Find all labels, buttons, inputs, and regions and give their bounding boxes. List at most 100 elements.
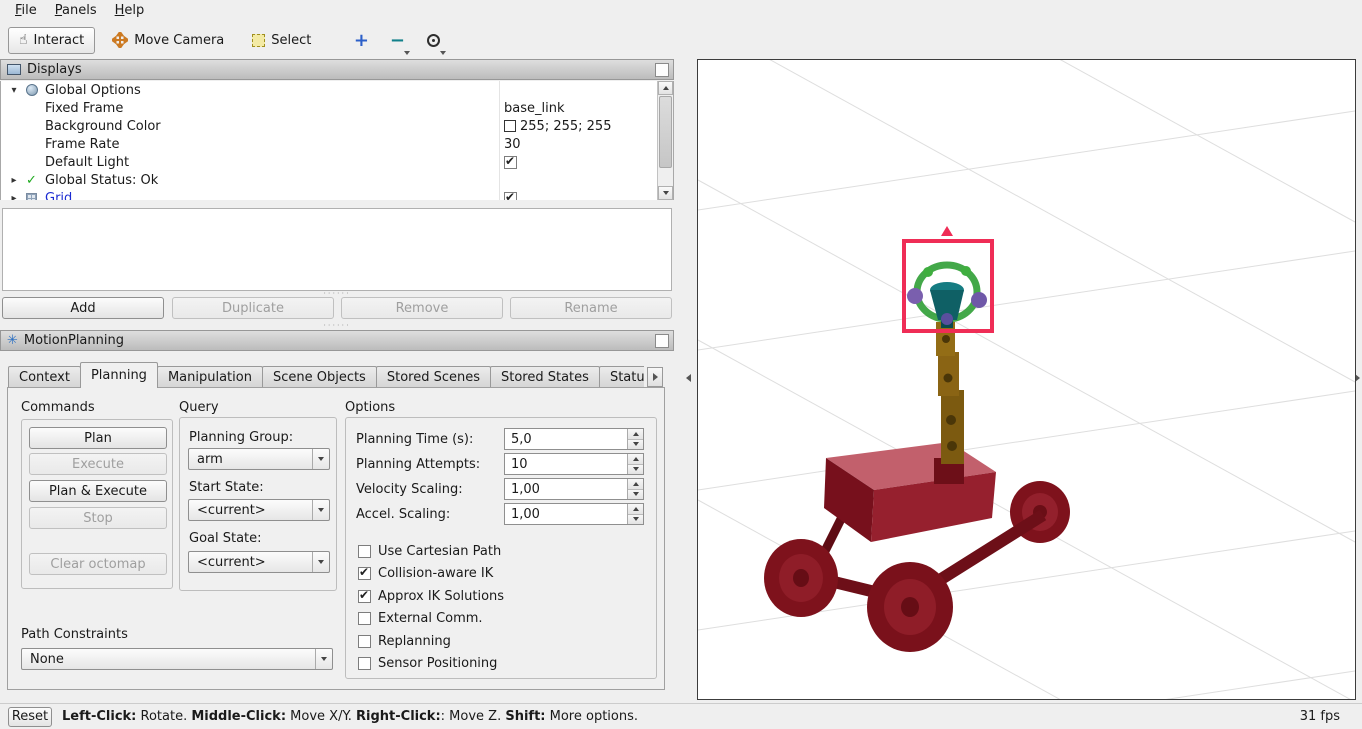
property-value[interactable]: 30 xyxy=(504,137,521,152)
tree-row-global-status[interactable]: ▸ ✓ Global Status: Ok xyxy=(1,171,673,189)
panel-float-button[interactable] xyxy=(655,334,669,348)
menu-help[interactable]: Help xyxy=(106,2,154,19)
reset-button[interactable]: Reset xyxy=(8,706,52,727)
splitter-grip[interactable]: ······ xyxy=(318,290,356,298)
tab-planning[interactable]: Planning xyxy=(79,362,158,388)
execute-button[interactable]: Execute xyxy=(29,453,167,475)
scroll-up-button[interactable] xyxy=(658,81,673,95)
render-viewport[interactable] xyxy=(697,59,1356,700)
checkbox-icon[interactable] xyxy=(358,588,371,603)
checkbox-icon[interactable] xyxy=(504,154,517,169)
plan-button[interactable]: Plan xyxy=(29,427,167,449)
menu-panels[interactable]: Panels xyxy=(46,2,106,19)
planning-attempts-spinbox[interactable]: 10 xyxy=(504,453,644,475)
remove-display-button[interactable]: Remove xyxy=(341,297,503,319)
checkbox-icon[interactable] xyxy=(358,545,371,558)
velocity-scaling-spinbox[interactable]: 1,00 xyxy=(504,478,644,500)
tabs-clip: Context Planning Manipulation Scene Obje… xyxy=(8,362,644,388)
sensor-positioning-checkbox[interactable]: Sensor Positioning xyxy=(358,656,497,671)
use-cartesian-path-checkbox[interactable]: Use Cartesian Path xyxy=(358,544,501,559)
tree-row-background-color[interactable]: Background Color 255; 255; 255 xyxy=(1,117,673,135)
start-state-label: Start State: xyxy=(189,480,264,495)
options-groupbox: Planning Time (s): 5,0 Planning Attempts… xyxy=(345,417,657,679)
focus-camera-tool-button[interactable] xyxy=(422,27,447,55)
checkbox-label: Replanning xyxy=(378,634,451,649)
clear-octomap-button[interactable]: Clear octomap xyxy=(29,553,167,575)
panel-float-button[interactable] xyxy=(655,63,669,77)
checkbox-icon[interactable] xyxy=(358,635,371,648)
replanning-checkbox[interactable]: Replanning xyxy=(358,634,451,649)
tree-row-global-options[interactable]: ▾ Global Options xyxy=(1,81,673,99)
checkbox-icon[interactable] xyxy=(358,612,371,625)
tree-row-fixed-frame[interactable]: Fixed Frame base_link xyxy=(1,99,673,117)
marker-handle[interactable] xyxy=(971,292,987,308)
add-display-button[interactable]: Add xyxy=(2,297,164,319)
accel-scaling-spinbox[interactable]: 1,00 xyxy=(504,503,644,525)
property-value[interactable]: base_link xyxy=(504,101,564,116)
scrollbar-thumb[interactable] xyxy=(659,96,672,168)
spin-down-button[interactable] xyxy=(628,489,643,499)
grid-display-icon xyxy=(26,192,37,200)
tree-row-grid[interactable]: ▸ Grid xyxy=(1,189,673,200)
menu-file[interactable]: File xyxy=(6,2,46,19)
expander-open-icon[interactable]: ▾ xyxy=(8,85,20,96)
planning-time-spinbox[interactable]: 5,0 xyxy=(504,428,644,450)
planning-group-combo[interactable]: arm xyxy=(188,448,330,470)
rename-display-button[interactable]: Rename xyxy=(510,297,672,319)
expander-closed-icon[interactable]: ▸ xyxy=(8,193,20,201)
plan-execute-button[interactable]: Plan & Execute xyxy=(29,480,167,502)
move-camera-tool-button[interactable]: Move Camera xyxy=(101,27,235,54)
expander-closed-icon[interactable]: ▸ xyxy=(8,175,20,186)
collision-aware-ik-checkbox[interactable]: Collision-aware IK xyxy=(358,565,494,581)
plus-icon: + xyxy=(353,29,369,51)
approx-ik-solutions-checkbox[interactable]: Approx IK Solutions xyxy=(358,588,504,604)
interact-tool-button[interactable]: ☝ Interact xyxy=(8,26,96,54)
spin-up-button[interactable] xyxy=(628,454,643,465)
tree-scrollbar[interactable] xyxy=(657,81,673,200)
checkbox-icon[interactable] xyxy=(504,190,517,200)
checkbox-label: Collision-aware IK xyxy=(378,566,494,581)
marker-handle[interactable] xyxy=(907,288,923,304)
spin-up-button[interactable] xyxy=(628,504,643,515)
scroll-down-button[interactable] xyxy=(658,186,673,200)
tab-scroll-right-button[interactable] xyxy=(647,367,663,387)
tree-row-default-light[interactable]: Default Light xyxy=(1,153,673,171)
splitter-grip[interactable]: ······ xyxy=(318,322,356,330)
external-comm-checkbox[interactable]: External Comm. xyxy=(358,611,483,626)
duplicate-display-button[interactable]: Duplicate xyxy=(172,297,334,319)
spin-down-button[interactable] xyxy=(628,439,643,449)
displays-tree: ▾ Global Options Fixed Frame base_link B… xyxy=(0,81,674,200)
property-value[interactable]: 255; 255; 255 xyxy=(504,119,611,134)
minus-icon: − xyxy=(389,29,405,51)
stop-button[interactable]: Stop xyxy=(29,507,167,529)
tab-context[interactable]: Context xyxy=(8,366,81,388)
spin-up-button[interactable] xyxy=(628,479,643,490)
tab-stored-scenes[interactable]: Stored Scenes xyxy=(375,366,491,388)
spin-down-button[interactable] xyxy=(628,464,643,474)
planning-time-label: Planning Time (s): xyxy=(356,432,474,447)
interactive-marker[interactable] xyxy=(902,226,994,333)
checkbox-icon[interactable] xyxy=(358,657,371,670)
goal-state-combo[interactable]: <current> xyxy=(188,551,330,573)
start-state-combo[interactable]: <current> xyxy=(188,499,330,521)
menu-bar: File Panels Help xyxy=(0,0,1362,21)
motionplanning-panel-header[interactable]: ✳ MotionPlanning xyxy=(0,330,674,351)
tab-status[interactable]: Status xyxy=(598,366,644,388)
tab-stored-states[interactable]: Stored States xyxy=(490,366,600,388)
displays-panel-header[interactable]: Displays xyxy=(0,59,674,80)
select-tool-button[interactable]: Select xyxy=(241,27,322,54)
spin-up-button[interactable] xyxy=(628,429,643,440)
color-swatch[interactable] xyxy=(504,120,516,132)
commands-groupbox: Plan Execute Plan & Execute Stop Clear o… xyxy=(21,419,173,589)
tab-scene-objects[interactable]: Scene Objects xyxy=(261,366,377,388)
checkbox-icon[interactable] xyxy=(358,565,371,580)
add-tool-button[interactable]: + xyxy=(350,27,372,53)
tree-row-frame-rate[interactable]: Frame Rate 30 xyxy=(1,135,673,153)
remove-tool-button[interactable]: − xyxy=(386,27,411,55)
tab-manipulation[interactable]: Manipulation xyxy=(156,366,263,388)
splitter-collapse-left-button[interactable] xyxy=(683,371,693,385)
path-constraints-combo[interactable]: None xyxy=(21,648,333,670)
marker-handle[interactable] xyxy=(941,313,953,325)
spin-down-button[interactable] xyxy=(628,514,643,524)
move-camera-icon xyxy=(112,32,129,48)
